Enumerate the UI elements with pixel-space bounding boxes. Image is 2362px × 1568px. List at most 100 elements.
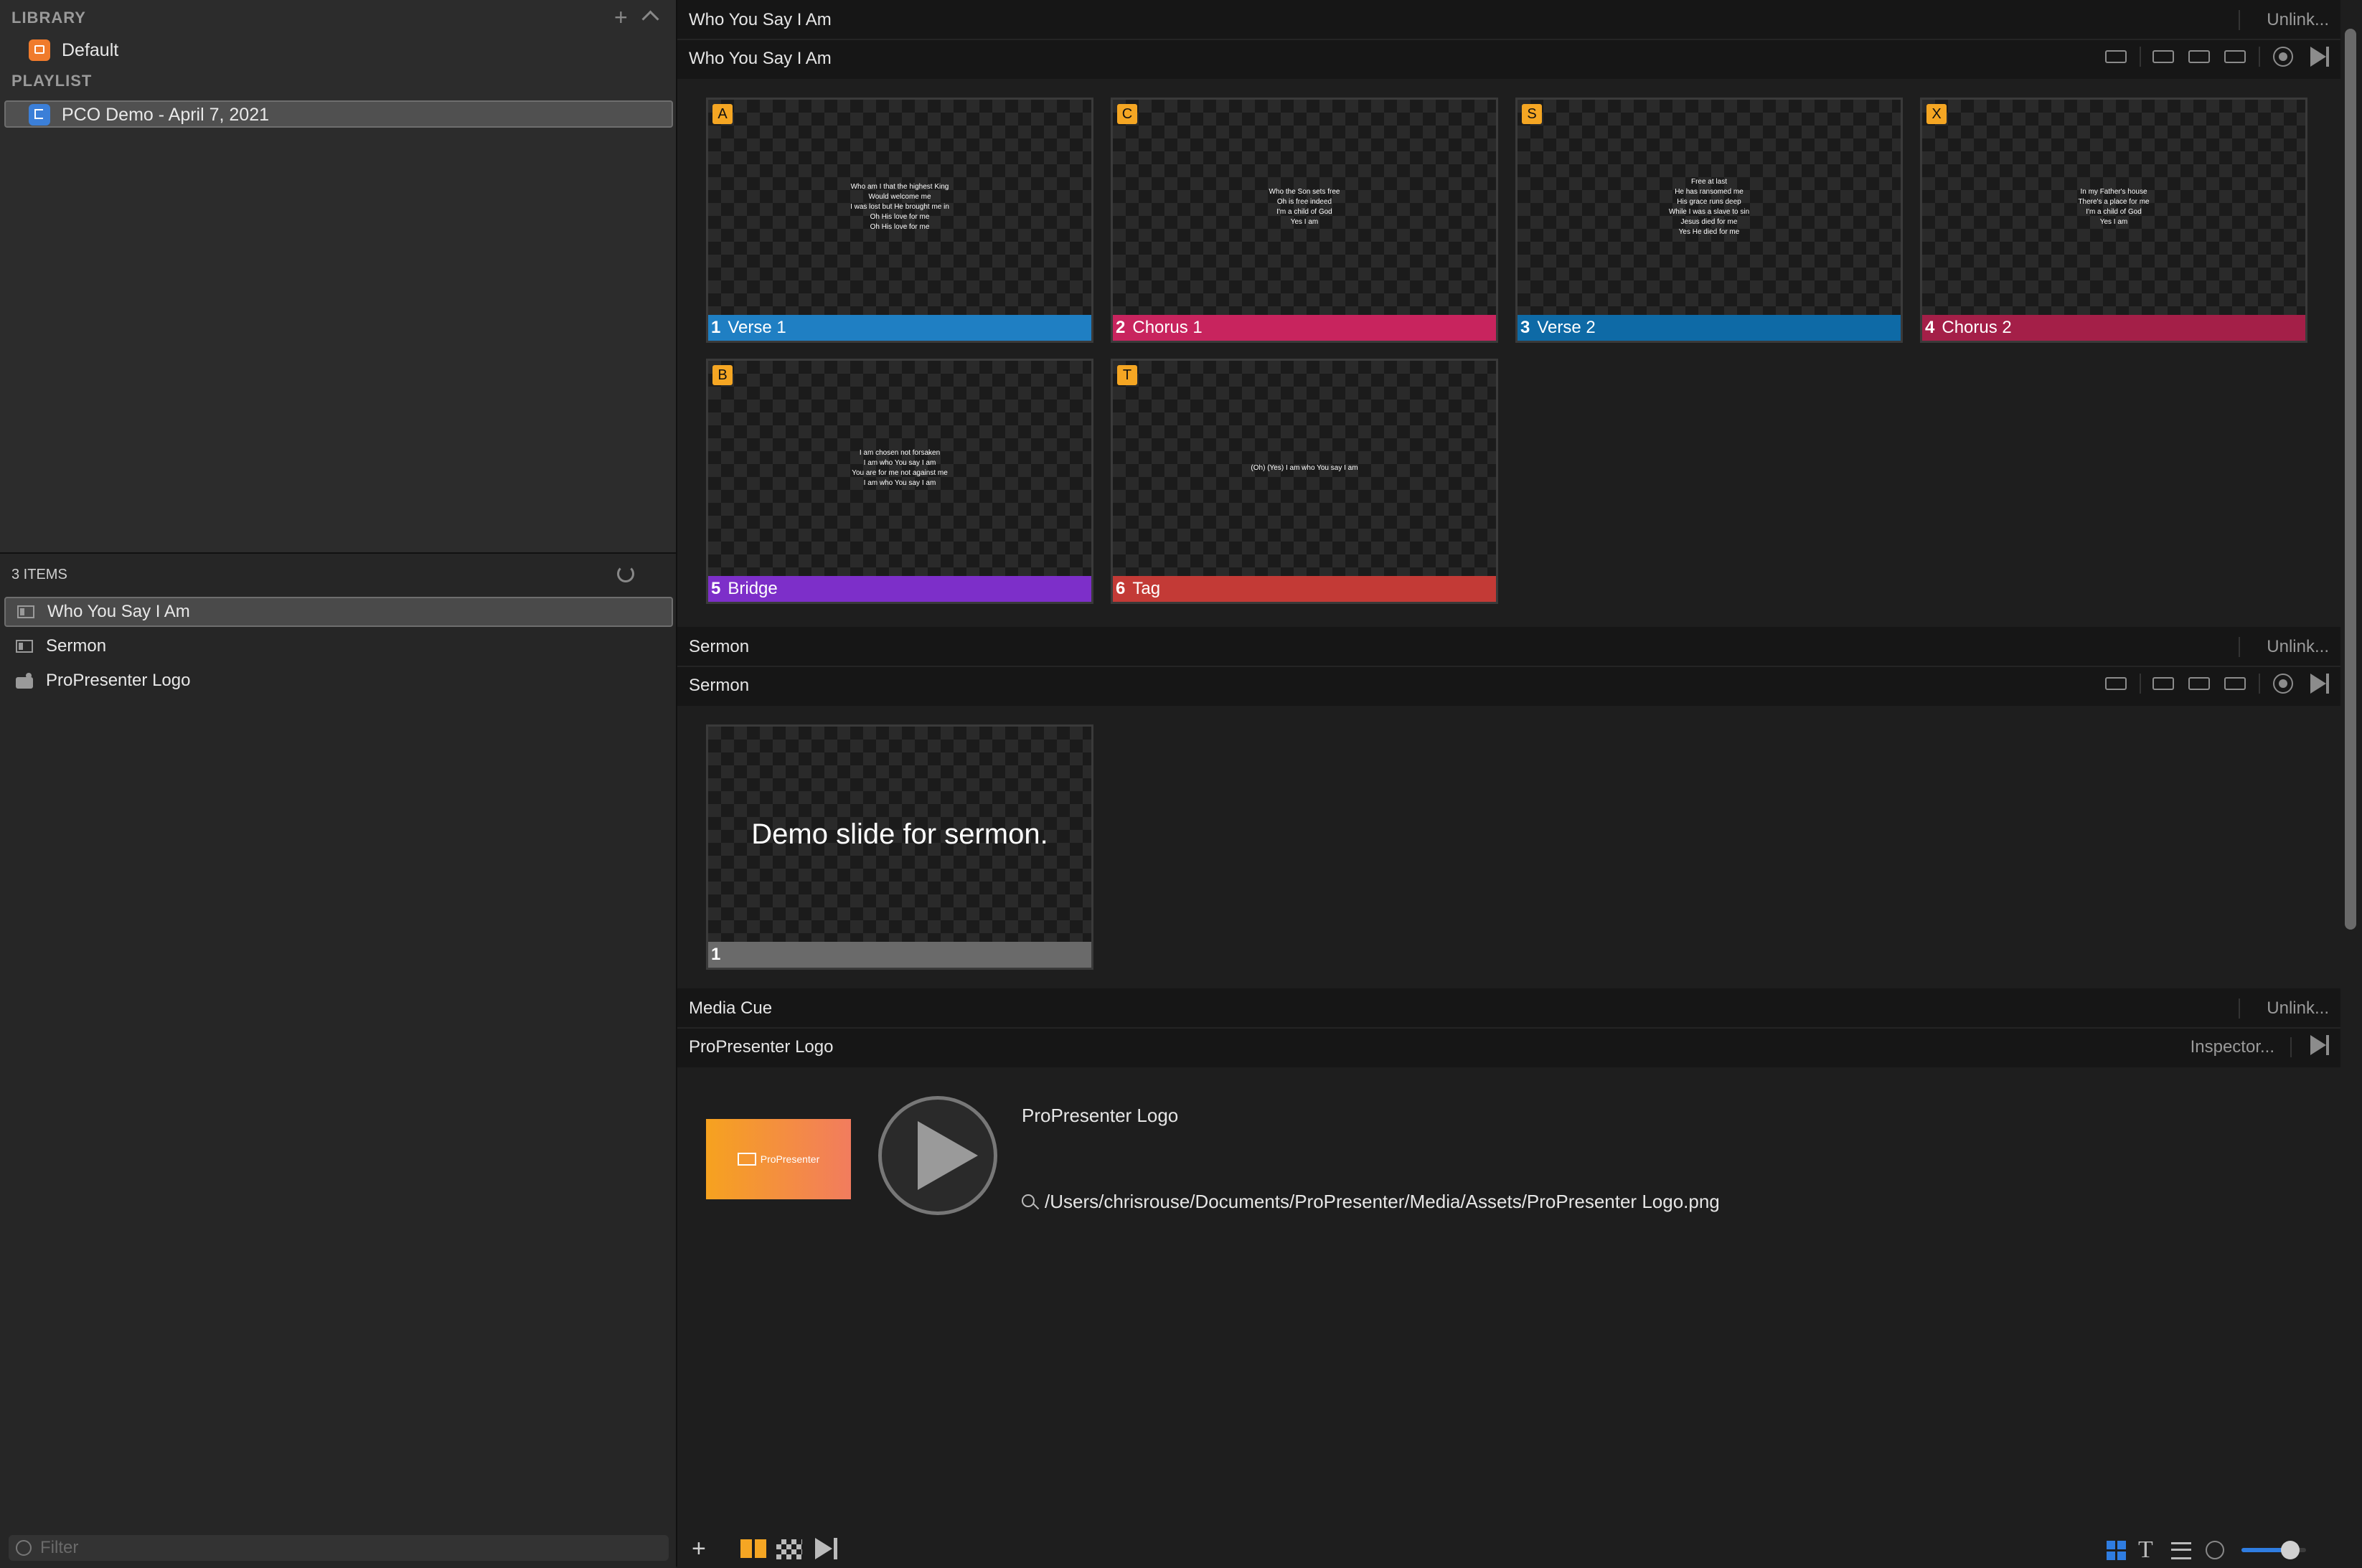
slide-label: Verse 1 xyxy=(728,318,786,337)
slide-4[interactable]: I am chosen not forsaken I am who You sa… xyxy=(706,359,1093,604)
presentation-title: Sermon xyxy=(689,676,750,695)
bottom-toolbar: + T xyxy=(677,1535,2362,1567)
layout-icon[interactable] xyxy=(2223,46,2249,67)
text-view-icon[interactable]: T xyxy=(2138,1536,2153,1564)
slide-lyrics: I am chosen not forsaken I am who You sa… xyxy=(852,449,948,487)
zoom-slider[interactable] xyxy=(2241,1541,2306,1559)
slide-number: 2 xyxy=(1116,318,1126,337)
slide-number: 6 xyxy=(1116,579,1126,598)
group-title: Who You Say I Am xyxy=(689,10,832,29)
slide-3[interactable]: In my Father's house There's a place for… xyxy=(1920,98,2307,343)
section-header-sermon: Sermon Unlink... Sermon xyxy=(677,627,2340,706)
slide-canvas: Who am I that the highest King Would wel… xyxy=(708,100,1091,315)
checkerboard-icon[interactable] xyxy=(776,1539,802,1559)
propresenter-logo-icon xyxy=(737,1153,756,1166)
slide-label: Chorus 1 xyxy=(1132,318,1203,337)
group-title: Sermon xyxy=(689,637,750,656)
slide-number: 1 xyxy=(711,945,721,964)
hot-key-badge: T xyxy=(1117,365,1137,385)
filter-icon xyxy=(16,1540,32,1556)
section-header-who-you-say-i-am: Who You Say I Am Unlink... Who You Say I… xyxy=(677,0,2340,79)
scrollbar-thumb[interactable] xyxy=(2345,29,2356,930)
unlink-button[interactable]: Unlink... xyxy=(2267,998,2329,1019)
media-play-button[interactable] xyxy=(878,1096,997,1215)
slide-label-bar: 2 Chorus 1 xyxy=(1113,315,1496,341)
library-item-label: Default xyxy=(62,39,119,60)
document-icon xyxy=(17,604,36,620)
slide-2[interactable]: Free at last He has ransomed me His grac… xyxy=(1515,98,1903,343)
zoom-slider-knob[interactable] xyxy=(2280,1541,2300,1559)
reveal-search-icon[interactable] xyxy=(1022,1194,1040,1210)
presentation-area: Who You Say I Am Unlink... Who You Say I… xyxy=(677,0,2340,1567)
arrangement-icon[interactable] xyxy=(2104,673,2130,694)
more-options-icon[interactable] xyxy=(2206,1541,2224,1559)
library-sidebar: LIBRARY + Default PLAYLIST PCO Demo - Ap… xyxy=(0,0,677,1568)
playlist-row-sermon[interactable]: Sermon xyxy=(4,631,673,661)
media-name: ProPresenter Logo xyxy=(1022,1105,1179,1126)
add-item-button[interactable]: + xyxy=(692,1535,706,1563)
image-icon xyxy=(16,673,34,689)
playlist-item-pco-demo[interactable] xyxy=(4,100,673,128)
notes-icon[interactable] xyxy=(2151,673,2177,694)
hot-key-badge: S xyxy=(1522,104,1542,124)
slide-label-bar: 6 Tag xyxy=(1113,576,1496,602)
slide-label-bar: 4 Chorus 2 xyxy=(1922,315,2305,341)
filter-field[interactable] xyxy=(9,1535,669,1561)
library-header: LIBRARY xyxy=(11,9,86,27)
add-icon[interactable]: + xyxy=(614,6,628,29)
slide-label: Chorus 2 xyxy=(1942,318,2012,337)
slide-label-bar: 5 Bridge xyxy=(708,576,1091,602)
play-next-icon[interactable] xyxy=(2306,1034,2332,1056)
arrangement-icon[interactable] xyxy=(2104,46,2130,67)
slide-number: 4 xyxy=(1925,318,1935,337)
slide-label-bar: 3 Verse 2 xyxy=(1518,315,1901,341)
hot-key-badge: X xyxy=(1926,104,1947,124)
slide-lyrics: Free at last He has ransomed me His grac… xyxy=(1668,178,1750,236)
slide-lyrics: Who am I that the highest King Would wel… xyxy=(850,183,949,231)
presentation-toolbar xyxy=(2104,46,2332,67)
filter-input[interactable] xyxy=(39,1537,659,1559)
notes-icon[interactable] xyxy=(2151,46,2177,67)
grid-view-icon[interactable] xyxy=(2107,1541,2127,1561)
slide-canvas: I am chosen not forsaken I am who You sa… xyxy=(708,361,1091,576)
library-item-default[interactable]: Default xyxy=(29,36,118,65)
playlist-row-who-you-say-i-am[interactable]: Who You Say I Am xyxy=(4,597,673,627)
slide-text: Demo slide for sermon. xyxy=(751,818,1048,850)
playlist-row-label: ProPresenter Logo xyxy=(46,671,191,690)
hot-key-badge: B xyxy=(712,365,733,385)
record-icon[interactable] xyxy=(2270,46,2296,67)
groups-icon[interactable] xyxy=(2187,673,2213,694)
slide-number: 3 xyxy=(1520,318,1530,337)
slide-5[interactable]: (Oh) (Yes) I am who You say I am T 6 Tag xyxy=(1111,359,1498,604)
groups-icon[interactable] xyxy=(2187,46,2213,67)
section-header-media-cue: Media Cue Unlink... ProPresenter Logo In… xyxy=(677,988,2340,1067)
hot-key-badge: A xyxy=(712,104,733,124)
layout-icon[interactable] xyxy=(2223,673,2249,694)
slide-sermon-1[interactable]: Demo slide for sermon. 1 xyxy=(706,724,1093,970)
slides-view-icon[interactable] xyxy=(740,1539,766,1558)
unlink-button[interactable]: Unlink... xyxy=(2267,637,2329,657)
collapse-chevron-icon[interactable] xyxy=(641,10,659,28)
unlink-button[interactable]: Unlink... xyxy=(2267,10,2329,30)
play-next-icon[interactable] xyxy=(2306,673,2332,694)
group-title: Media Cue xyxy=(689,998,773,1018)
playlist-row-propresenter-logo[interactable]: ProPresenter Logo xyxy=(4,666,673,696)
slide-canvas: Demo slide for sermon. xyxy=(708,727,1091,942)
vertical-scrollbar[interactable] xyxy=(2340,0,2362,1567)
playlist-header: PLAYLIST xyxy=(11,72,93,90)
items-count: 3 ITEMS xyxy=(11,567,67,582)
refresh-icon[interactable] xyxy=(617,565,634,582)
inspector-button[interactable]: Inspector... xyxy=(2191,1037,2274,1057)
media-cue-icon[interactable] xyxy=(814,1538,839,1559)
list-view-icon[interactable] xyxy=(2171,1542,2191,1559)
slide-0[interactable]: Who am I that the highest King Would wel… xyxy=(706,98,1093,343)
slide-1[interactable]: Who the Son sets free Oh is free indeed … xyxy=(1111,98,1498,343)
slide-number: 5 xyxy=(711,579,721,598)
slide-label: Bridge xyxy=(728,579,778,598)
slide-lyrics: Who the Son sets free Oh is free indeed … xyxy=(1269,188,1340,226)
media-thumbnail[interactable]: ProPresenter xyxy=(706,1119,851,1199)
record-icon[interactable] xyxy=(2270,673,2296,694)
library-icon xyxy=(29,39,50,61)
slide-canvas: Who the Son sets free Oh is free indeed … xyxy=(1113,100,1496,315)
play-next-icon[interactable] xyxy=(2306,46,2332,67)
